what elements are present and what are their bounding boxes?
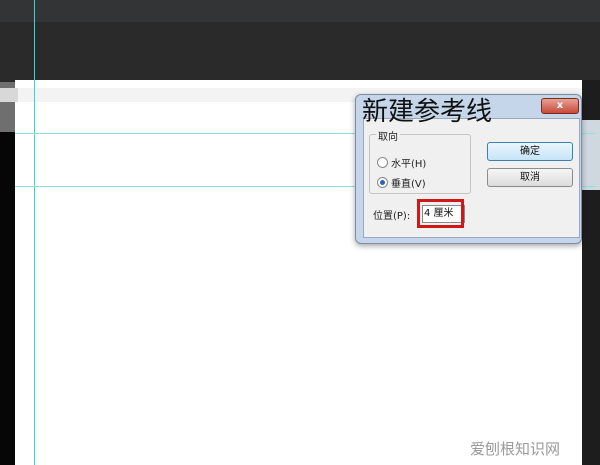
- options-bar: [0, 22, 600, 82]
- orientation-group-title: 取向: [376, 128, 400, 143]
- vertical-radio-label: 垂直(V): [391, 179, 426, 190]
- horizontal-radio[interactable]: 水平(H): [377, 155, 426, 170]
- close-button[interactable]: x: [541, 98, 579, 114]
- cancel-button[interactable]: 取消: [487, 168, 573, 187]
- tools-panel-band: [0, 88, 18, 102]
- position-highlight-box: [417, 199, 464, 228]
- position-label: 位置(P):: [373, 211, 411, 222]
- dialog-title: 新建参考线: [362, 97, 493, 127]
- watermark: 爱刨根知识网: [470, 440, 561, 458]
- horizontal-radio-icon[interactable]: [377, 157, 388, 168]
- app-top-bar: [0, 0, 600, 22]
- ok-button[interactable]: 确定: [487, 142, 573, 161]
- vertical-radio[interactable]: 垂直(V): [377, 175, 426, 190]
- horizontal-radio-label: 水平(H): [391, 159, 427, 170]
- new-guide-dialog: x 新建参考线 取向 水平(H) 垂直(V) 确定 取消 位置(P): 4 厘米: [355, 94, 582, 244]
- vertical-radio-icon[interactable]: [377, 177, 388, 188]
- vertical-guide-line[interactable]: [34, 0, 35, 465]
